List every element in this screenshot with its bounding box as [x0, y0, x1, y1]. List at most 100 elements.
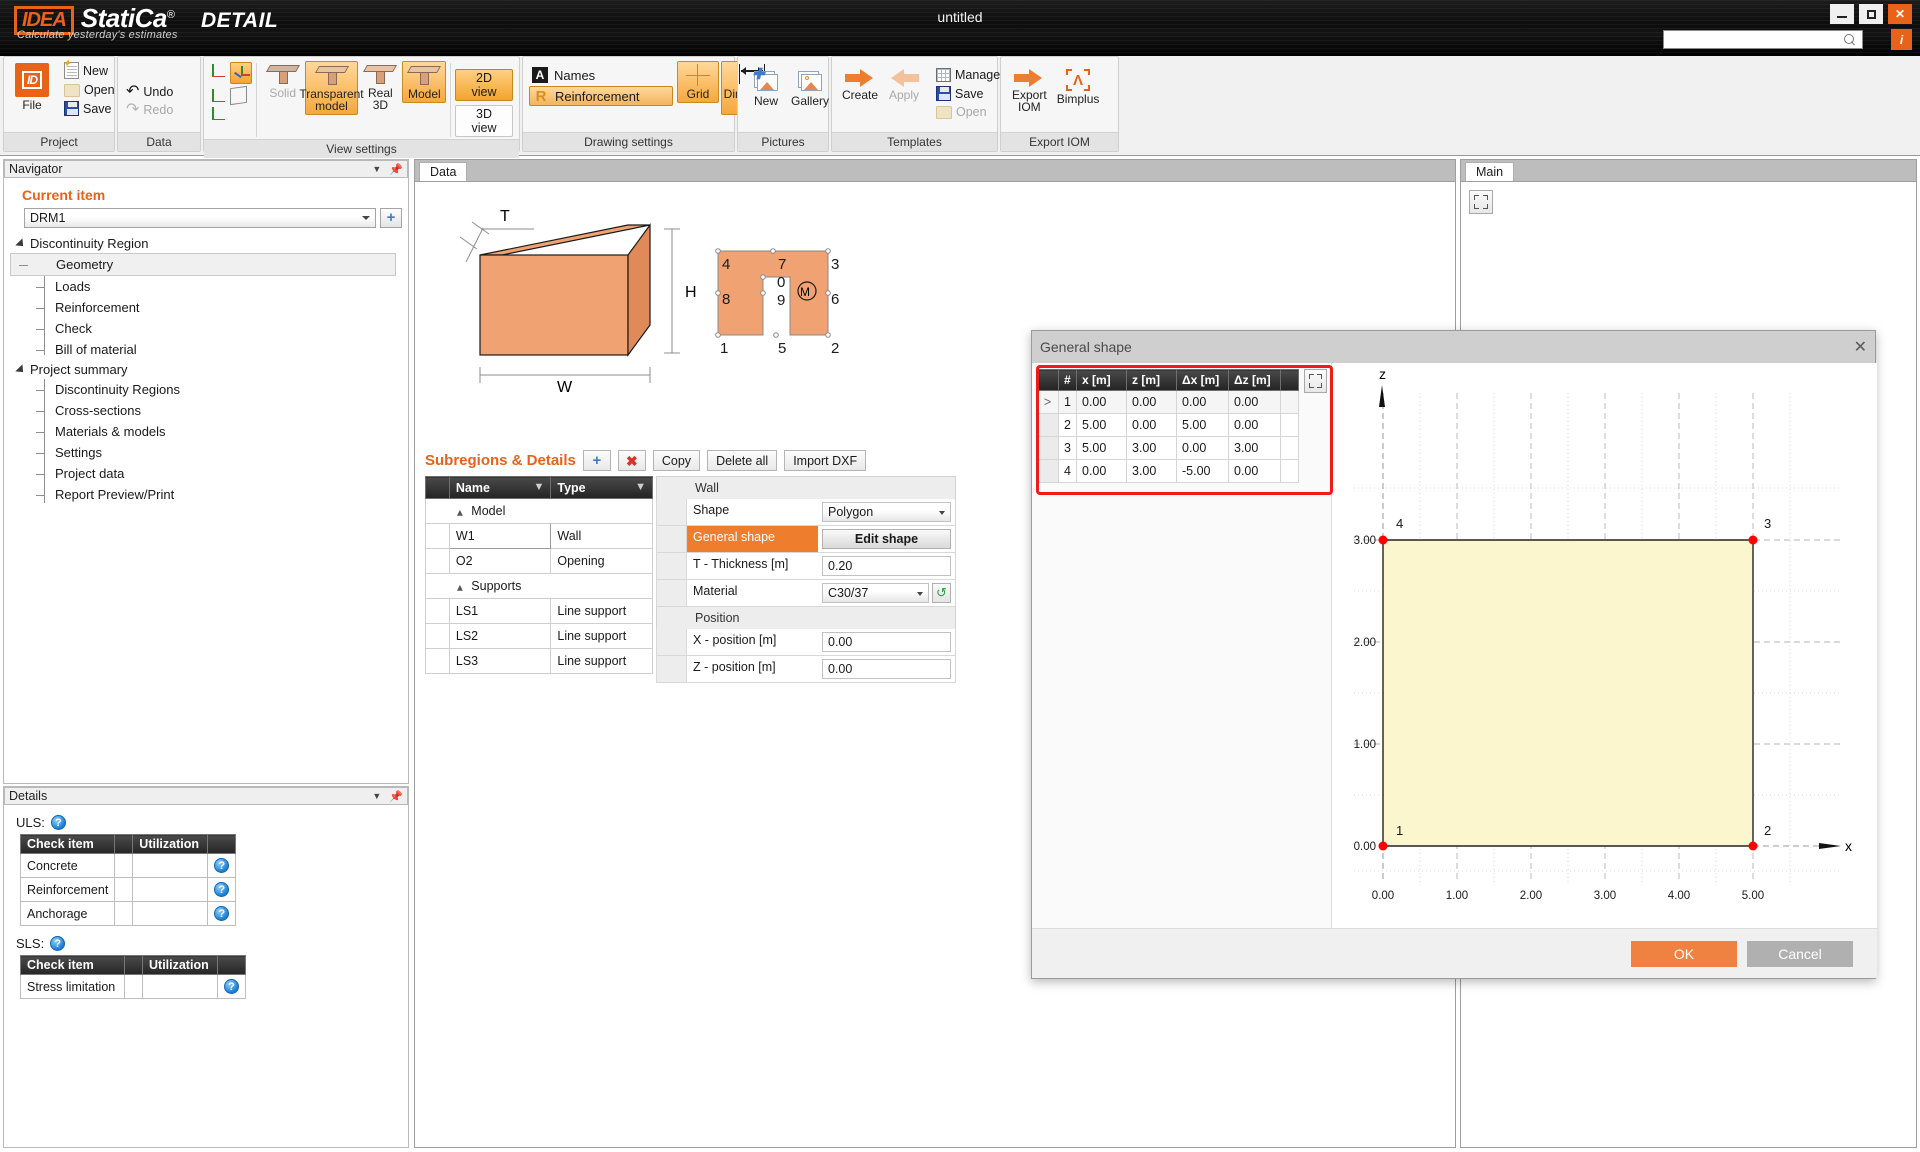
axis-xy-icon[interactable]	[210, 62, 227, 79]
chevron-down-icon[interactable]: ▼	[372, 791, 381, 801]
sidebar-item-check[interactable]: Check	[10, 318, 402, 339]
cell-z[interactable]: 3.00	[1126, 436, 1177, 460]
vertex-point-3[interactable]	[1748, 535, 1758, 545]
cell-z[interactable]: 0.00	[1126, 390, 1177, 414]
reinforcement-toggle[interactable]: R Reinforcement	[529, 86, 673, 106]
template-save-button[interactable]: Save	[934, 85, 1006, 102]
pin-icon[interactable]: 📌	[389, 790, 403, 803]
view-3d-toggle[interactable]: 3D view	[455, 105, 514, 137]
table-row[interactable]: > 1 0.00 0.00 0.00 0.00	[1036, 390, 1300, 414]
redo-button[interactable]: ↷ Redo	[124, 101, 175, 118]
add-item-button[interactable]: +	[380, 208, 402, 228]
wall-polygon[interactable]	[1382, 539, 1754, 847]
vertex-point-4[interactable]	[1378, 535, 1388, 545]
close-icon[interactable]: ✕	[1888, 4, 1912, 24]
sidebar-item-loads[interactable]: Loads	[10, 276, 402, 297]
table-row[interactable]: W1 Wall	[425, 523, 653, 549]
import-dxf-button[interactable]: Import DXF	[784, 450, 867, 471]
export-iom-button[interactable]: Export IOM	[1007, 67, 1052, 115]
current-item-select[interactable]: DRM1	[24, 208, 376, 228]
template-manager-button[interactable]: Manager	[934, 67, 1006, 83]
cell-dx[interactable]: 0.00	[1176, 390, 1229, 414]
cell-x[interactable]: 5.00	[1076, 436, 1127, 460]
cell-dz[interactable]: 0.00	[1228, 459, 1281, 483]
help-icon[interactable]: ?	[214, 858, 230, 873]
fit-to-screen-icon[interactable]	[1469, 190, 1493, 214]
cell-z[interactable]: 0.00	[1126, 413, 1177, 437]
view-2d-toggle[interactable]: 2D view	[455, 69, 514, 101]
nav-group-project-summary[interactable]: Project summary	[10, 360, 402, 379]
cell-dz[interactable]: 0.00	[1228, 413, 1281, 437]
names-toggle[interactable]: A Names	[529, 66, 673, 84]
cell-dz[interactable]: 3.00	[1228, 436, 1281, 460]
sidebar-item-geometry[interactable]: Geometry	[10, 253, 396, 276]
axis-zx-icon[interactable]	[210, 87, 227, 104]
table-row[interactable]: Concrete ?	[19, 853, 237, 878]
template-apply-button[interactable]: Apply	[882, 67, 926, 103]
ok-button[interactable]: OK	[1631, 940, 1737, 967]
sidebar-item-reinforcement[interactable]: Reinforcement	[10, 297, 402, 318]
minimize-icon[interactable]	[1830, 4, 1854, 24]
help-icon[interactable]: ?	[224, 979, 239, 994]
search-input[interactable]	[1663, 30, 1863, 49]
search-field[interactable]	[1667, 31, 1843, 48]
refresh-icon[interactable]: ↺	[932, 583, 951, 603]
table-group-row[interactable]: ▼ Supports	[425, 573, 654, 599]
table-row[interactable]: Stress limitation ?	[20, 974, 246, 999]
cell-z[interactable]: 3.00	[1126, 459, 1177, 483]
table-row[interactable]: O2 Opening	[425, 548, 653, 574]
nav-group-discontinuity-region[interactable]: Discontinuity Region	[10, 234, 402, 253]
material-select[interactable]: C30/37	[822, 583, 929, 603]
real-3d-button[interactable]: Real 3D	[358, 61, 402, 113]
cell-x[interactable]: 0.00	[1076, 459, 1127, 483]
bimplus-button[interactable]: Λ Bimplus	[1052, 67, 1105, 107]
delete-subregion-button[interactable]: ✖	[617, 450, 646, 471]
solid-button[interactable]: Solid	[261, 61, 305, 101]
help-icon[interactable]: ?	[50, 815, 66, 830]
edit-shape-button[interactable]: Edit shape	[822, 529, 951, 549]
cell-x[interactable]: 5.00	[1076, 413, 1127, 437]
grid-button[interactable]: Grid	[677, 61, 719, 103]
cancel-button[interactable]: Cancel	[1747, 940, 1853, 967]
table-group-row[interactable]: ▼ Model	[425, 498, 654, 524]
vertex-point-1[interactable]	[1378, 841, 1388, 851]
table-row[interactable]: LS1 Line support	[425, 598, 653, 624]
filter-icon[interactable]: ▼	[635, 481, 646, 493]
cell-dx[interactable]: 0.00	[1176, 436, 1229, 460]
help-icon[interactable]: ?	[50, 936, 66, 951]
fit-to-screen-icon[interactable]	[1304, 369, 1327, 393]
template-open-button[interactable]: Open	[934, 104, 1006, 120]
delete-all-button[interactable]: Delete all	[707, 450, 778, 471]
copy-button[interactable]: Copy	[652, 450, 701, 471]
sidebar-item-bill-of-material[interactable]: Bill of material	[10, 339, 402, 360]
table-row[interactable]: 4 0.00 3.00 -5.00 0.00	[1036, 459, 1300, 483]
table-row[interactable]: Anchorage ?	[19, 901, 237, 926]
sidebar-item-cross-sections[interactable]: Cross-sections	[10, 400, 402, 421]
table-row[interactable]: LS2 Line support	[425, 623, 653, 649]
x-position-input[interactable]: 0.00	[822, 632, 951, 652]
tab-data[interactable]: Data	[419, 162, 468, 182]
cell-dx[interactable]: -5.00	[1176, 459, 1229, 483]
add-subregion-button[interactable]: +	[582, 450, 611, 471]
table-row[interactable]: 2 5.00 0.00 5.00 0.00	[1036, 413, 1300, 437]
sidebar-item-project-data[interactable]: Project data	[10, 463, 402, 484]
sidebar-item-materials-models[interactable]: Materials & models	[10, 421, 402, 442]
help-icon[interactable]: ?	[214, 882, 230, 897]
tab-main[interactable]: Main	[1465, 162, 1515, 182]
transparent-model-button[interactable]: Transparent model	[299, 61, 364, 115]
help-icon[interactable]: ?	[214, 906, 230, 921]
cell-dx[interactable]: 5.00	[1176, 413, 1229, 437]
sidebar-item-discontinuity-regions[interactable]: Discontinuity Regions	[10, 379, 402, 400]
vertex-point-2[interactable]	[1748, 841, 1758, 851]
open-button[interactable]: Open	[62, 82, 117, 98]
close-icon[interactable]: ✕	[1854, 337, 1867, 357]
pin-icon[interactable]: 📌	[389, 163, 403, 176]
maximize-icon[interactable]	[1859, 4, 1883, 24]
cube-view-icon[interactable]	[230, 85, 247, 106]
sidebar-item-settings[interactable]: Settings	[10, 442, 402, 463]
sidebar-item-report-preview-print[interactable]: Report Preview/Print	[10, 484, 402, 505]
chevron-down-icon[interactable]: ▼	[372, 164, 381, 174]
file-button[interactable]: ID File	[10, 61, 54, 113]
cell-x[interactable]: 0.00	[1076, 390, 1127, 414]
shape-select[interactable]: Polygon	[822, 502, 951, 522]
